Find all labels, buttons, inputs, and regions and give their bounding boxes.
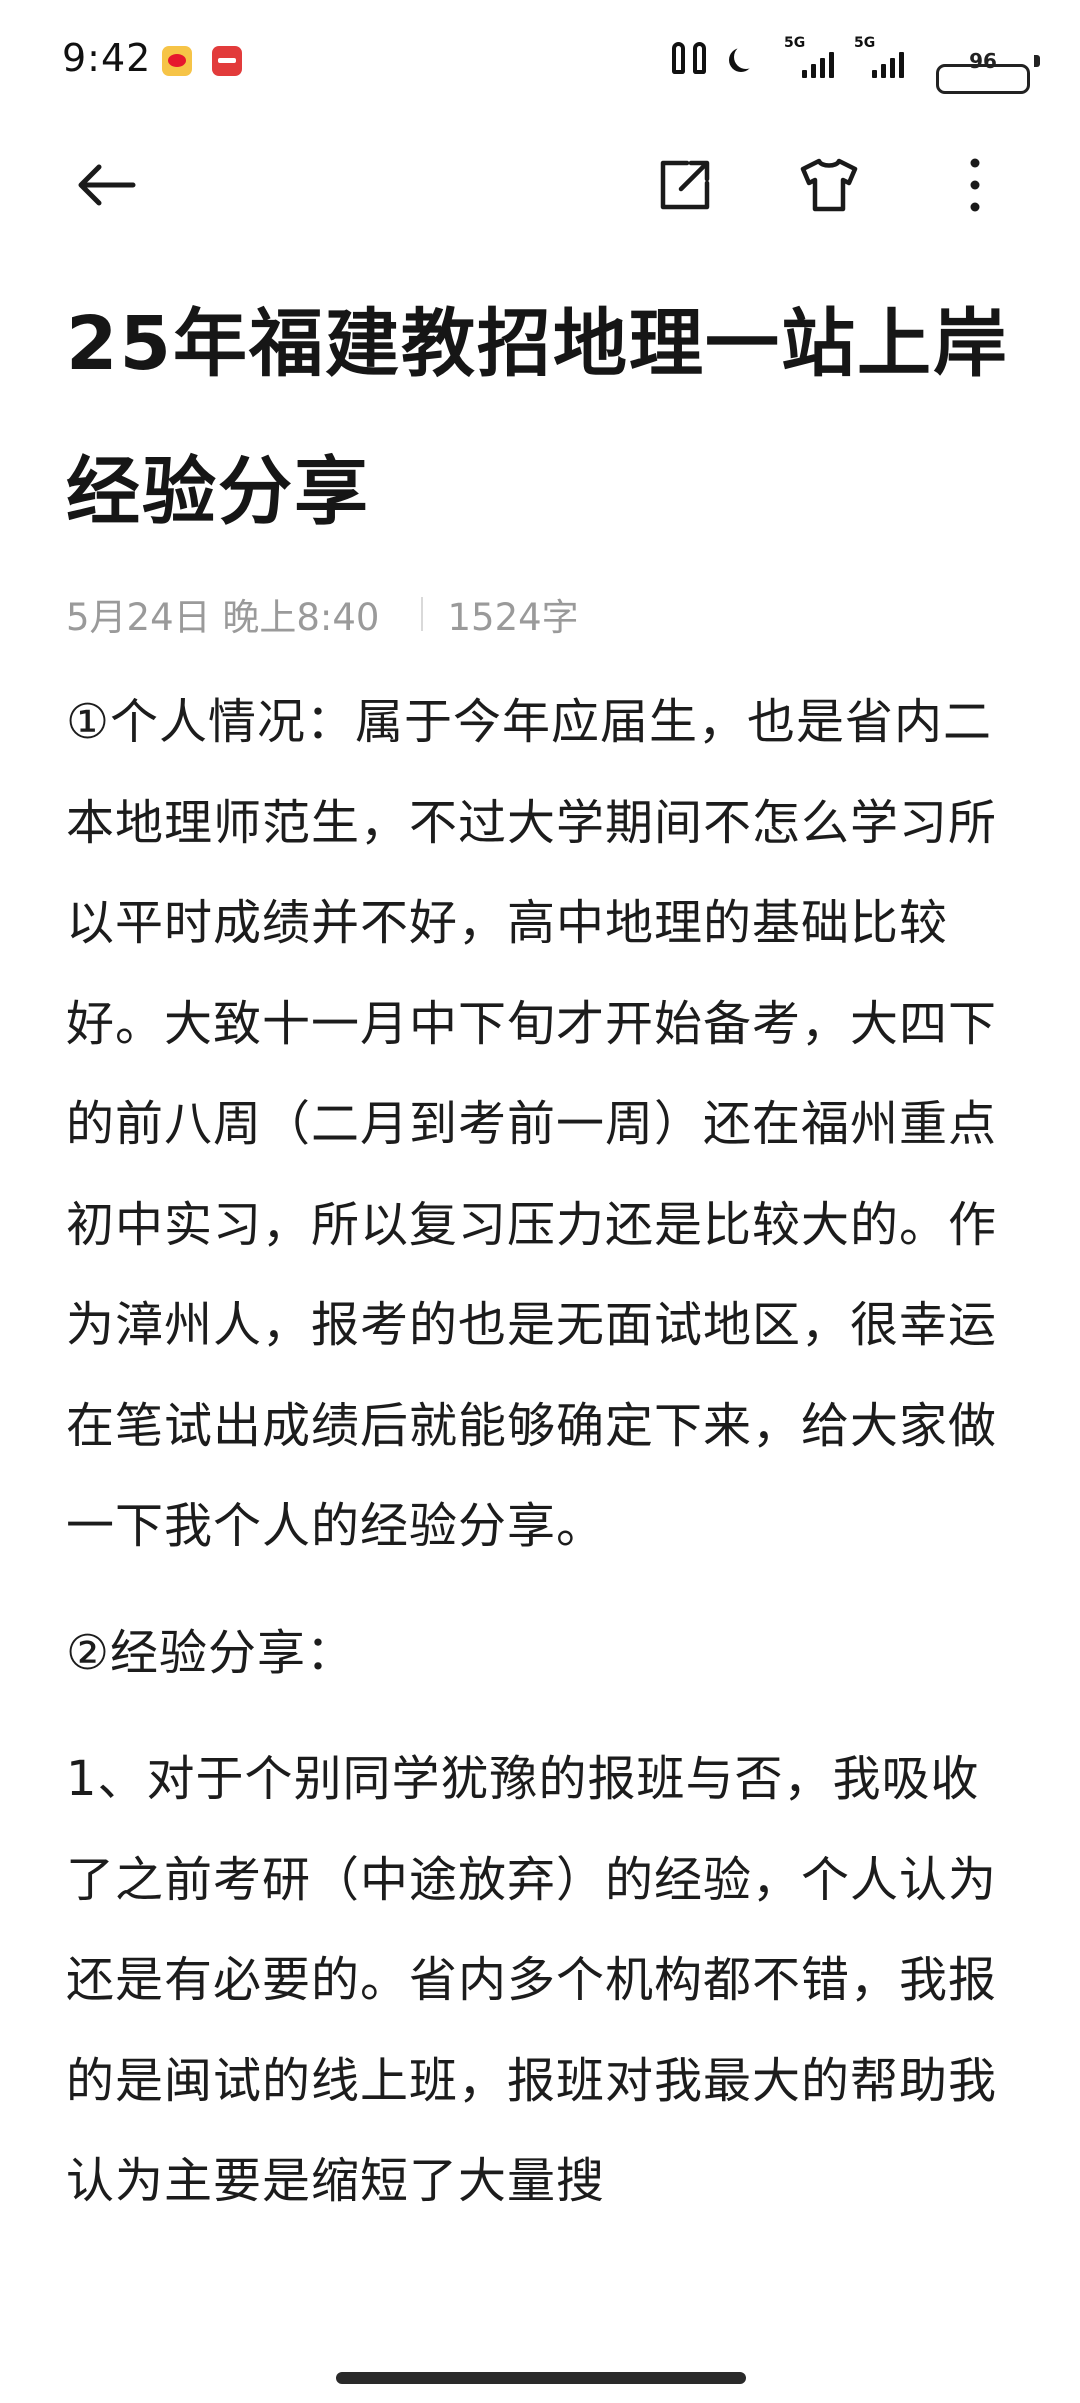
article-date: 5月24日 晚上8:40 xyxy=(66,596,380,639)
battery-percent: 96 xyxy=(969,49,997,73)
article-title: 25年福建教招地理一站上岸经验分享 xyxy=(66,301,1009,535)
word-count: 1524字 xyxy=(447,596,579,639)
paragraph: ①个人情况：属于今年应届生，也是省内二本地理师范生，不过大学期间不怎么学习所以平… xyxy=(66,694,998,1554)
earbuds-icon xyxy=(668,42,710,76)
article: 25年福建教招地理一站上岸经验分享 5月24日 晚上8:40 1524字 ①个人… xyxy=(66,270,1016,2232)
do-not-disturb-moon-icon xyxy=(726,44,756,74)
article-body: ①个人情况：属于今年应届生，也是省内二本地理师范生，不过大学期间不怎么学习所以平… xyxy=(66,672,1016,2232)
paragraph: ②经验分享： xyxy=(66,1624,356,1681)
share-external-icon xyxy=(660,160,710,210)
cellular-signal-icon: 5G xyxy=(784,35,846,78)
battery-icon: 96 xyxy=(936,46,1040,94)
top-nav xyxy=(0,130,1080,230)
share-button[interactable] xyxy=(650,150,720,220)
network-type-label: 5G xyxy=(784,35,806,51)
more-options-button[interactable] xyxy=(940,150,1010,220)
network-type-label-2: 5G xyxy=(854,35,876,51)
red-app-icon xyxy=(212,46,242,76)
cellular-signal-icon-2: 5G xyxy=(854,35,916,78)
paragraph: 1、对于个别同学犹豫的报班与否，我吸收了之前考研（中途放弃）的经验，个人认为还是… xyxy=(66,1751,998,2209)
more-vertical-icon xyxy=(970,158,980,212)
back-button[interactable] xyxy=(72,150,142,220)
meta-divider xyxy=(421,597,424,631)
arrow-left-icon xyxy=(78,164,136,206)
weibo-icon xyxy=(162,46,192,76)
home-indicator[interactable] xyxy=(336,2372,746,2384)
screen: 9:42 5G 5G 96 25年福建教招地理一站上岸经验分享 5月24日 晚上… xyxy=(0,0,1080,2403)
status-time: 9:42 xyxy=(62,36,152,80)
status-indicators: 5G 5G 96 xyxy=(622,35,1042,94)
article-meta: 5月24日 晚上8:40 1524字 xyxy=(66,574,1016,654)
theme-button[interactable] xyxy=(794,150,864,220)
status-bar: 9:42 5G 5G 96 xyxy=(0,0,1080,120)
tshirt-icon xyxy=(800,158,858,212)
